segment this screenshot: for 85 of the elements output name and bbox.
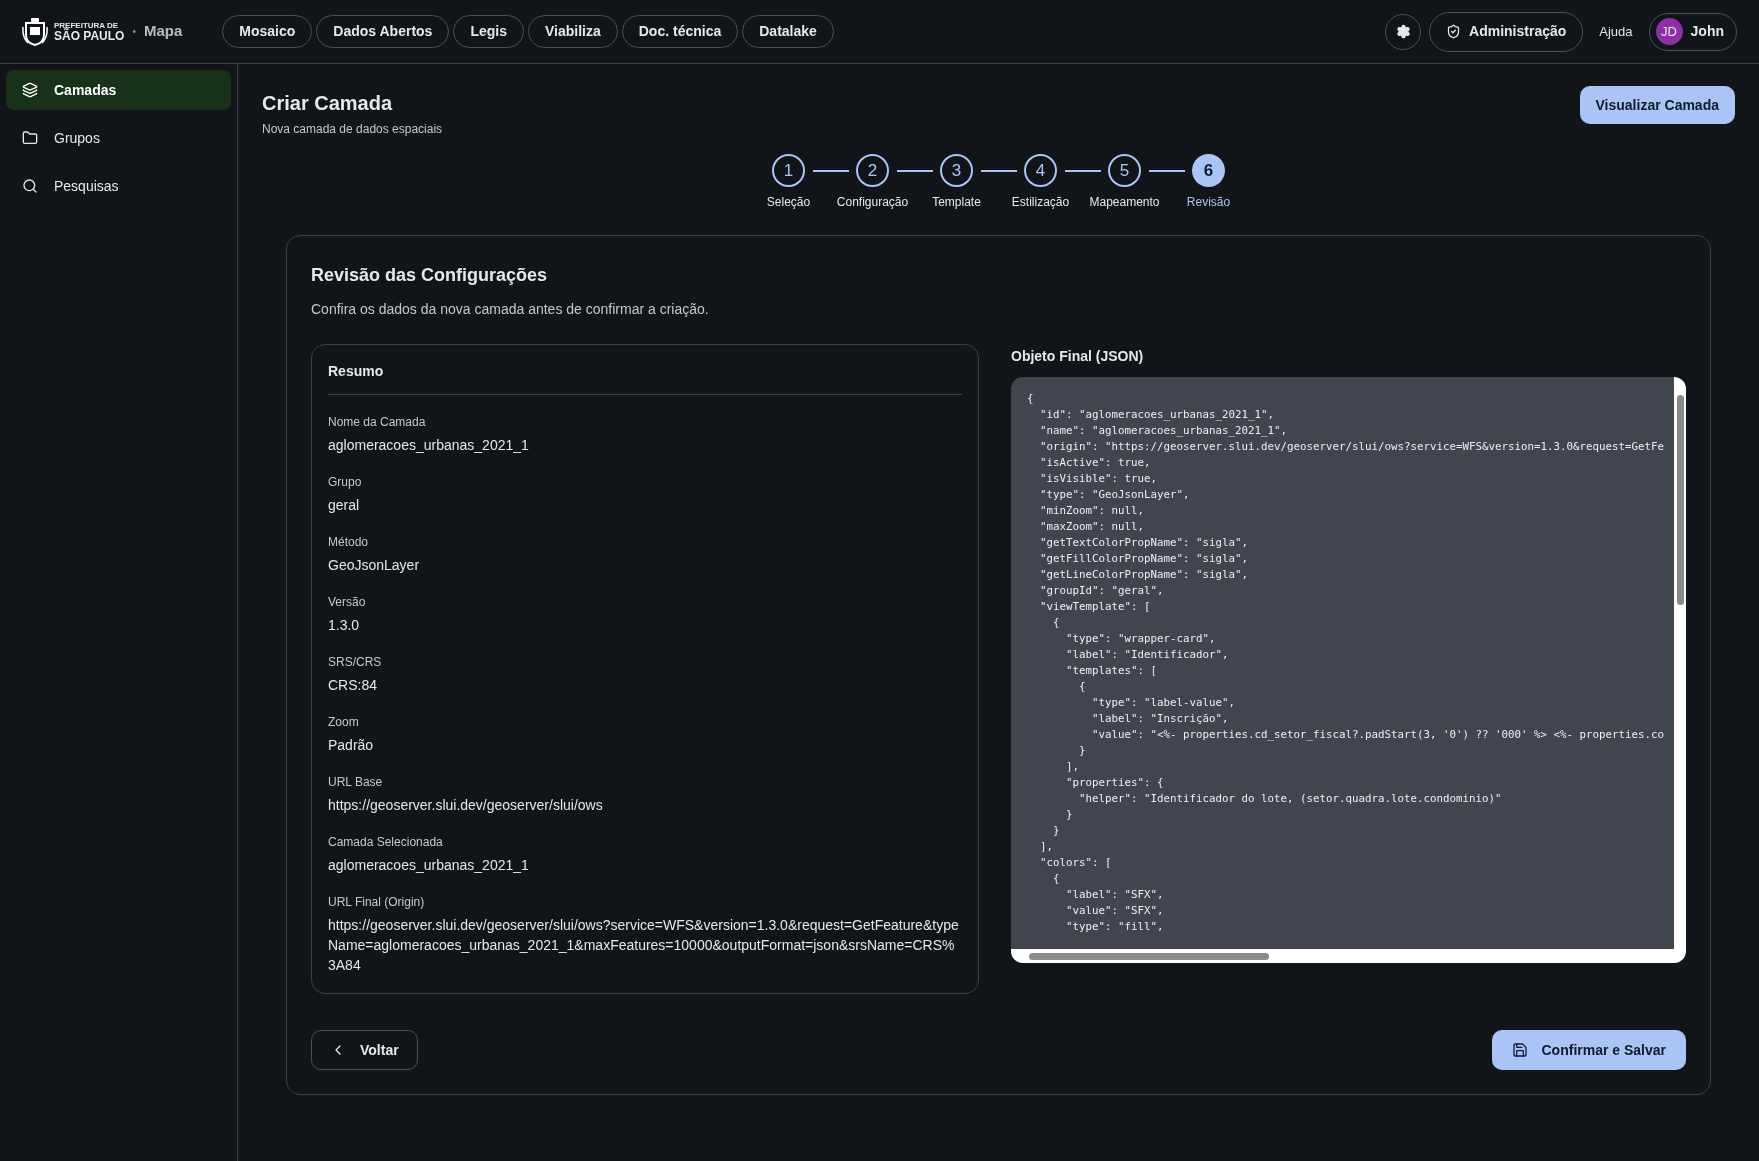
field-value: geral [328, 496, 361, 515]
code-line: "label": "Inscrição", [1091, 711, 1229, 727]
field-value: Padrão [328, 736, 375, 755]
step-label: Template [932, 194, 981, 211]
code-line: "value": "<%- properties.cd_setor_fiscal?.padStart(3, '0') ?? '000' %> <%- properties.co [1091, 727, 1665, 743]
section-description: Confira os dados da nova camada antes de confirmar a criação. [311, 300, 710, 319]
summary-title: Resumo [328, 361, 962, 395]
code-line: ], [1039, 839, 1053, 855]
code-line: "name": "aglomeracoes_urbanas_2021_1", [1039, 423, 1287, 439]
app-name: Mapa [143, 21, 183, 42]
help-link[interactable]: Ajuda [1591, 21, 1641, 42]
code-line: "origin": "https://geoserver.slui.dev/geoserver/slui/ows?service=WFS&version=1.3.0&request=GetFe [1039, 439, 1665, 455]
sidebar-item[interactable]: Pesquisas [6, 166, 231, 206]
code-line: "getTextColorPropName": "sigla", [1039, 535, 1248, 551]
code-line: "helper": "Identificador do lote, (setor.quadra.lote.condominio)" [1078, 791, 1502, 807]
field-value: GeoJsonLayer [328, 556, 421, 575]
field-label: Camada Selecionada [328, 834, 444, 851]
code-line: { [1052, 615, 1060, 631]
code-line: "properties": { [1065, 775, 1164, 791]
confirm-button[interactable]: Confirmar e Salvar [1491, 1030, 1686, 1070]
vertical-scrollbar[interactable] [1674, 377, 1686, 963]
code-line: "value": "SFX", [1065, 903, 1164, 919]
preview-button[interactable]: Visualizar Camada [1579, 86, 1735, 124]
search-icon [22, 178, 38, 194]
step-label: Mapeamento [1089, 194, 1160, 211]
field-label: Método [328, 534, 370, 551]
step-label: Seleção [766, 194, 811, 211]
field-label: Grupo [328, 474, 363, 491]
code-line: "type": "wrapper-card", [1065, 631, 1216, 647]
layers-icon [22, 82, 38, 98]
save-icon [1511, 1042, 1528, 1058]
code-line: "groupId": "geral", [1039, 583, 1164, 599]
code-line: "isVisible": true, [1039, 471, 1157, 487]
folder-icon [22, 130, 38, 146]
code-line: "getLineColorPropName": "sigla", [1039, 567, 1248, 583]
field-value: https://geoserver.slui.dev/geoserver/slui/ows?service=WFS&version=1.3.0&request=GetFeature&typeName=aglomeracoes_urbanas_2021_1&maxFeatures=10000&outputFormat=json&srsName=CRS%3A84 [328, 916, 960, 975]
shield-icon [1446, 24, 1462, 39]
field-label: URL Base [328, 774, 384, 791]
field-value: 1.3.0 [328, 616, 361, 635]
coat-of-arms-icon [22, 16, 48, 47]
field-label: Zoom [328, 714, 360, 731]
code-line: "id": "aglomeracoes_urbanas_2021_1", [1039, 407, 1274, 423]
field-label: SRS/CRS [328, 654, 383, 671]
code-line: "viewTemplate": [ [1039, 599, 1151, 615]
code-line: "templates": [ [1065, 663, 1157, 679]
code-line: { [1052, 871, 1060, 887]
sidebar-item[interactable]: Grupos [6, 118, 231, 158]
step-label: Configuração [836, 194, 909, 211]
sidebar-item[interactable]: Camadas [6, 70, 231, 110]
page-title: Criar Camada [262, 91, 394, 116]
code-line: "isActive": true, [1039, 455, 1151, 471]
code-line: "type": "label-value", [1091, 695, 1235, 711]
user-avatar: JD [1655, 18, 1683, 45]
code-line: { [1027, 391, 1034, 407]
code-line: "maxZoom": null, [1039, 519, 1144, 535]
field-label: Nome da Camada [328, 414, 427, 431]
code-line: } [1052, 823, 1060, 839]
section-title: Revisão das Configurações [311, 264, 549, 287]
field-value: aglomeracoes_urbanas_2021_1 [328, 856, 530, 875]
code-line: ], [1065, 759, 1079, 775]
settings-icon [1395, 24, 1411, 39]
code-line: "type": "GeoJsonLayer", [1039, 487, 1190, 503]
field-label: Versão [328, 594, 367, 611]
field-value: CRS:84 [328, 676, 379, 695]
code-line: { [1078, 679, 1086, 695]
json-title: Objeto Final (JSON) [1011, 347, 1145, 366]
code-line: "getFillColorPropName": "sigla", [1039, 551, 1248, 567]
code-line: "label": "Identificador", [1065, 647, 1229, 663]
step-label: Estilização [1011, 194, 1070, 211]
code-line: "minZoom": null, [1039, 503, 1144, 519]
step-label: Revisão [1186, 194, 1231, 211]
field-value: https://geoserver.slui.dev/geoserver/slui/ows [328, 796, 604, 815]
logo-text: PREFEITURA DE [54, 21, 120, 30]
code-line: } [1065, 807, 1073, 823]
page-subtitle: Nova camada de dados espaciais [262, 121, 443, 138]
field-value: aglomeracoes_urbanas_2021_1 [328, 436, 530, 455]
separator-dot: • [132, 25, 136, 39]
code-line: "type": "fill", [1065, 919, 1164, 935]
code-line: "colors": [ [1039, 855, 1112, 871]
back-button[interactable]: Voltar [311, 1030, 418, 1070]
field-label: URL Final (Origin) [328, 894, 426, 911]
code-line: } [1078, 743, 1086, 759]
code-line: "label": "SFX", [1065, 887, 1164, 903]
logo-text: SÃO PAULO [54, 29, 125, 42]
horizontal-scrollbar[interactable] [1011, 949, 1674, 963]
